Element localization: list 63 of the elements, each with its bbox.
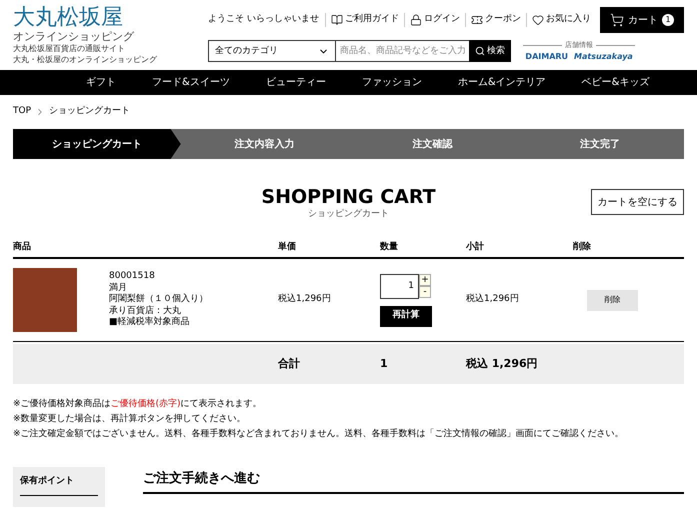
- note-text: ※数量変更した場合は、再計算ボタンを押してください。: [13, 413, 247, 425]
- column-header: 単価: [278, 241, 297, 254]
- nav-link[interactable]: ギフト: [86, 75, 116, 90]
- column-header: 商品: [13, 241, 32, 254]
- checkout-step: 注文確認: [348, 129, 516, 159]
- nav-link[interactable]: ファッション: [362, 75, 422, 90]
- header-link[interactable]: ご利用ガイド: [325, 13, 404, 27]
- product-detail: 阿闍梨餅（１０個入り）: [109, 294, 208, 306]
- recalculate-button[interactable]: 再計算: [380, 306, 432, 326]
- column-header: 削除: [573, 241, 592, 254]
- page-title: SHOPPING CART: [261, 186, 436, 208]
- cart-icon: [610, 13, 624, 27]
- subtotal-price: 税込1,296円: [466, 293, 520, 306]
- checkout-step: 注文完了: [516, 129, 684, 159]
- breadcrumb-link[interactable]: TOP: [13, 105, 32, 119]
- proceed-title: ご注文手続きへ進む: [143, 467, 684, 494]
- checkout-step: 注文内容入力: [180, 129, 348, 159]
- column-header: 数量: [380, 241, 399, 254]
- cart-count-badge: 1: [662, 14, 674, 26]
- header-link[interactable]: ログイン: [404, 13, 465, 27]
- page-subtitle: ショッピングカート: [308, 208, 389, 222]
- logo-subtitle: オンラインショッピング: [13, 30, 136, 43]
- search-icon: [475, 46, 486, 56]
- photo-placeholder: [13, 268, 77, 332]
- logo-title[interactable]: 大丸松坂屋: [13, 6, 208, 30]
- lock-icon: [410, 14, 422, 26]
- product-detail: 満月: [109, 282, 128, 294]
- store-brand-link[interactable]: DAIMARU: [525, 50, 568, 62]
- cart-button[interactable]: カート 1: [600, 7, 684, 33]
- tagline-text: 大丸松坂屋百貨店の通販サイト: [13, 44, 126, 54]
- breadcrumb-current: ショッピングカート: [49, 105, 130, 118]
- unit-price: 税込1,296円: [278, 293, 332, 306]
- nav-link[interactable]: ベビー&キッズ: [582, 75, 650, 90]
- nav-link[interactable]: ビューティー: [266, 75, 326, 90]
- store-brand-link[interactable]: Matsuzakaya: [574, 50, 633, 62]
- product-detail: ■軽減税率対象商品: [109, 317, 191, 329]
- delete-button[interactable]: 削除: [587, 290, 638, 310]
- nav-link[interactable]: フード&スイーツ: [152, 75, 230, 90]
- decrease-button[interactable]: -: [419, 286, 431, 298]
- quantity-field[interactable]: 1: [380, 274, 419, 298]
- points-label: 保有ポイント: [20, 475, 98, 496]
- total-label: 合計: [278, 356, 301, 372]
- heart-icon: [532, 14, 544, 26]
- column-header: 小計: [466, 241, 485, 254]
- empty-cart-button[interactable]: カートを空にする: [591, 189, 684, 215]
- note-text: ※ご優待価格対象商品はご優待価格(赤字)にて表示されます。: [13, 398, 263, 410]
- increase-button[interactable]: +: [419, 274, 431, 286]
- nav-link[interactable]: ホーム&インテリア: [458, 75, 546, 90]
- total-amount: 税込 1,296円: [466, 356, 539, 372]
- header-link[interactable]: お気に入り: [526, 13, 596, 27]
- note-text: ※ご注文確定金額ではございません。送料、各種手数料など含まれておりません。送料、各種手数料は「ご注文情報の確認」画面にてご確認ください。: [13, 428, 625, 440]
- product-detail: 承り百貨店：大丸: [109, 306, 182, 316]
- search-button[interactable]: 検索: [469, 40, 512, 62]
- header-link[interactable]: クーポン: [465, 13, 526, 27]
- welcome-text: ようこそ いらっしゃいませ: [208, 13, 319, 26]
- category-select[interactable]: 全てのカテゴリ: [208, 40, 336, 62]
- total-quantity: 1: [380, 356, 389, 372]
- book-icon: [331, 14, 343, 26]
- product-code: 80001518: [109, 271, 156, 282]
- search-field[interactable]: 商品名、商品記号などをご入力: [336, 40, 470, 62]
- checkout-step: ショッピングカート: [13, 129, 181, 159]
- tagline-text: 大丸・松坂屋のオンラインショッピング: [13, 55, 158, 65]
- ticket-icon: [471, 14, 483, 26]
